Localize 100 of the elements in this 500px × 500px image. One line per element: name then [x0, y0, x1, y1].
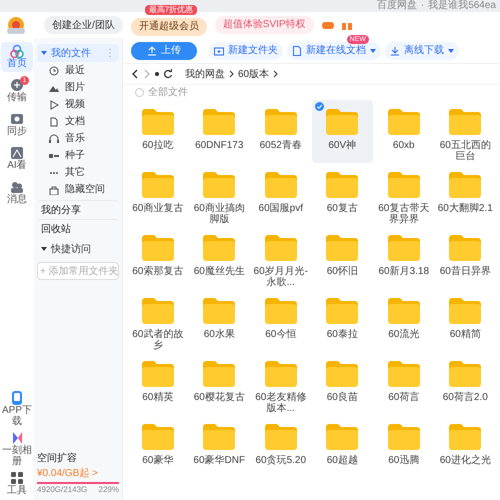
folder-icon [325, 108, 360, 136]
team-button[interactable]: 创建企业/团队 [44, 16, 123, 34]
folder-item[interactable]: 60昔日异界 [434, 226, 496, 289]
folder-icon [202, 234, 236, 262]
lock-icon [49, 184, 59, 194]
rail-item[interactable]: 消息 [1, 178, 33, 208]
storage-percent: 229% [98, 484, 119, 496]
folder-icon [264, 423, 298, 451]
folder-item[interactable]: 60精英 [127, 352, 188, 415]
folder-item[interactable]: 60商业搞肉脚版 [188, 163, 250, 226]
people-icon [10, 180, 24, 194]
folder-item[interactable]: 60索那复古 [127, 226, 188, 289]
folder-icon [202, 171, 236, 199]
folder-item[interactable]: 60流光 [373, 289, 434, 352]
folder-icon [386, 234, 421, 262]
folder-item[interactable]: 60今恒 [250, 289, 312, 352]
folder-item[interactable]: 60良苗 [312, 352, 373, 415]
rail-item[interactable]: 首页 [1, 42, 33, 72]
upload-icon [147, 46, 157, 56]
k-logo-icon [10, 431, 24, 445]
logo-icon [4, 15, 28, 35]
rail-item[interactable]: 一刻相册 [0, 431, 34, 467]
folder-icon [202, 360, 236, 388]
folder-icon [448, 360, 482, 388]
folder-item[interactable]: 60迅腾 [373, 415, 434, 478]
folder-item[interactable]: 60DNF173 [188, 100, 250, 163]
dot-icon [155, 72, 159, 76]
folder-item[interactable]: 60魔丝先生 [188, 226, 250, 289]
sidebar-item[interactable]: 种子 [37, 147, 119, 164]
folder-icon [325, 423, 360, 451]
folder-item[interactable]: 60拉吃 [127, 100, 188, 163]
folder-item[interactable]: 60国服pvf [250, 163, 312, 226]
sidebar-item[interactable]: 最近 [37, 62, 119, 79]
chevron-icon [273, 70, 278, 78]
folder-icon [140, 108, 175, 136]
folder-item[interactable]: 60复古带天界异界 [373, 163, 434, 226]
folder-item[interactable]: 60水果 [188, 289, 250, 352]
toolbar-button[interactable]: 新建在线文档 [287, 42, 381, 60]
document-icon [292, 46, 302, 56]
folder-icon [386, 108, 421, 136]
sidebar-item[interactable]: 视频 [37, 96, 119, 113]
folder-item[interactable]: 60五北西的巨台 [434, 100, 496, 163]
rings-icon [10, 44, 24, 58]
image-icon [10, 146, 24, 160]
sidebar-section[interactable]: 快捷访问 [37, 240, 119, 258]
toolbar-button[interactable]: 新建文件夹 [209, 42, 283, 60]
rail-item[interactable]: 工具 [0, 471, 34, 496]
folder-item[interactable]: 60武者的故乡 [127, 289, 188, 352]
breadcrumb-link[interactable]: 我的网盘 [185, 66, 225, 82]
select-all-label: 全部文件 [148, 86, 188, 100]
folder-item[interactable]: 60商业复古 [127, 163, 188, 226]
folder-item[interactable]: 60老友精修版本... [250, 352, 312, 415]
folder-item[interactable]: 6052青春 [250, 100, 312, 163]
refresh-icon [163, 69, 173, 79]
select-all-checkbox[interactable] [135, 88, 144, 97]
folder-item[interactable]: 60荷言 [373, 352, 434, 415]
folder-item[interactable]: 60超越 [312, 415, 373, 478]
folder-item[interactable]: 60xb [373, 100, 434, 163]
folder-icon [325, 234, 360, 262]
folder-item[interactable]: 60V神 [312, 100, 373, 163]
breadcrumb-link[interactable]: 60版本 [238, 66, 270, 82]
folder-item[interactable]: 60荷言2.0 [434, 352, 496, 415]
folder-item[interactable]: 60贪玩5.20 [250, 415, 312, 478]
folder-item[interactable]: 60岁月月光-永歌... [250, 226, 312, 289]
phone-icon [10, 391, 24, 405]
sidebar-section[interactable]: 我的文件 ⋮ [37, 44, 119, 62]
vip-button[interactable]: 开通超级会员 [130, 18, 207, 36]
sidebar-item[interactable]: 音乐 [37, 130, 119, 147]
caret-icon [41, 50, 47, 56]
sidebar-item[interactable]: 我的分享 [37, 200, 119, 219]
sidebar-item[interactable]: 回收站 [37, 219, 119, 238]
sidebar-item[interactable]: 其它 [37, 164, 119, 181]
folder-icon [386, 297, 421, 325]
chevron-icon [229, 70, 234, 78]
forward-icon [143, 69, 151, 79]
caret-icon [41, 246, 47, 252]
folder-icon [448, 297, 482, 325]
rail-item[interactable]: AI看 [1, 144, 33, 174]
folder-item[interactable]: 60怀旧 [312, 226, 373, 289]
toolbar-button[interactable]: 离线下载 [385, 42, 459, 60]
sync-icon [10, 112, 24, 126]
folder-item[interactable]: 60精简 [434, 289, 496, 352]
folder-icon [325, 171, 360, 199]
folder-item[interactable]: 60樱花复古 [188, 352, 250, 415]
rail-item[interactable]: APP下载 [0, 391, 34, 427]
folder-item[interactable]: 60豪华DNF [188, 415, 250, 478]
folder-item[interactable]: 60复古 [312, 163, 373, 226]
folder-icon [264, 108, 298, 136]
folder-item[interactable]: 60新月3.18 [373, 226, 434, 289]
folder-item[interactable]: 60泰拉 [312, 289, 373, 352]
sidebar-item[interactable]: 隐藏空间 [37, 181, 119, 198]
folder-item[interactable]: 60大翻脚2.1 [434, 163, 496, 226]
folder-item[interactable]: 60豪华 [127, 415, 188, 478]
sidebar-item[interactable]: 文档 [37, 113, 119, 130]
folder-item[interactable]: 60进化之光 [434, 415, 496, 478]
rail-item[interactable]: 同步 [1, 110, 33, 140]
folder-icon [325, 360, 360, 388]
folder-icon [448, 108, 482, 136]
clock-icon [49, 66, 59, 76]
sidebar-item[interactable]: 图片 [37, 79, 119, 96]
